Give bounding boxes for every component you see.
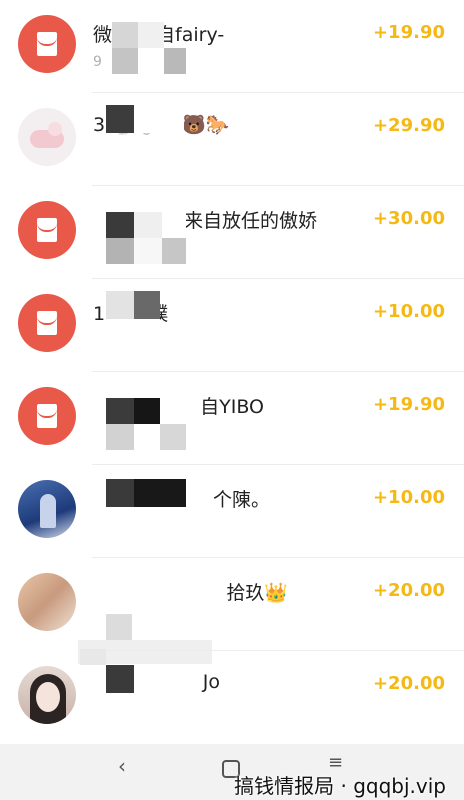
transaction-row[interactable]: 拾玖👑 +20.00 <box>0 558 464 664</box>
red-packet-icon <box>18 15 76 73</box>
transaction-amount: +20.00 <box>372 580 445 601</box>
unicorn-avatar <box>18 108 76 166</box>
transaction-amount: +20.00 <box>372 673 445 694</box>
back-icon[interactable]: ‹ <box>118 754 126 778</box>
girl-photo-avatar <box>18 666 76 724</box>
transaction-row[interactable]: 微信 来自fairy- 9 +19.90 <box>0 0 464 93</box>
transaction-row[interactable]: 个陳。 +10.00 <box>0 465 464 558</box>
red-packet-icon <box>18 387 76 445</box>
transaction-amount: +29.90 <box>372 115 445 136</box>
transaction-row[interactable]: Jo +20.00 <box>0 649 464 744</box>
anime-avatar <box>18 480 76 538</box>
watermark-text: 搞钱情报局 · gqqbj.vip <box>234 774 446 798</box>
transaction-row[interactable]: 1 自阿噗 +10.00 <box>0 279 464 372</box>
transaction-amount: +30.00 <box>372 208 445 229</box>
transaction-row[interactable]: 来自放任的傲娇 +30.00 <box>0 186 464 279</box>
transaction-amount: +19.90 <box>372 22 445 43</box>
transaction-amount: +10.00 <box>372 301 445 322</box>
transaction-row[interactable]: 3 🐇🐺🐟🐻🐎 +29.90 <box>0 93 464 186</box>
transaction-amount: +10.00 <box>372 487 445 508</box>
hand-photo-avatar <box>18 573 76 631</box>
transaction-row[interactable]: 自YIBO +19.90 <box>0 372 464 465</box>
transaction-title: 拾玖👑 <box>226 582 288 604</box>
red-packet-icon <box>18 201 76 259</box>
transaction-amount: +19.90 <box>372 394 445 415</box>
transaction-time: 9 <box>93 54 102 70</box>
red-packet-icon <box>18 294 76 352</box>
